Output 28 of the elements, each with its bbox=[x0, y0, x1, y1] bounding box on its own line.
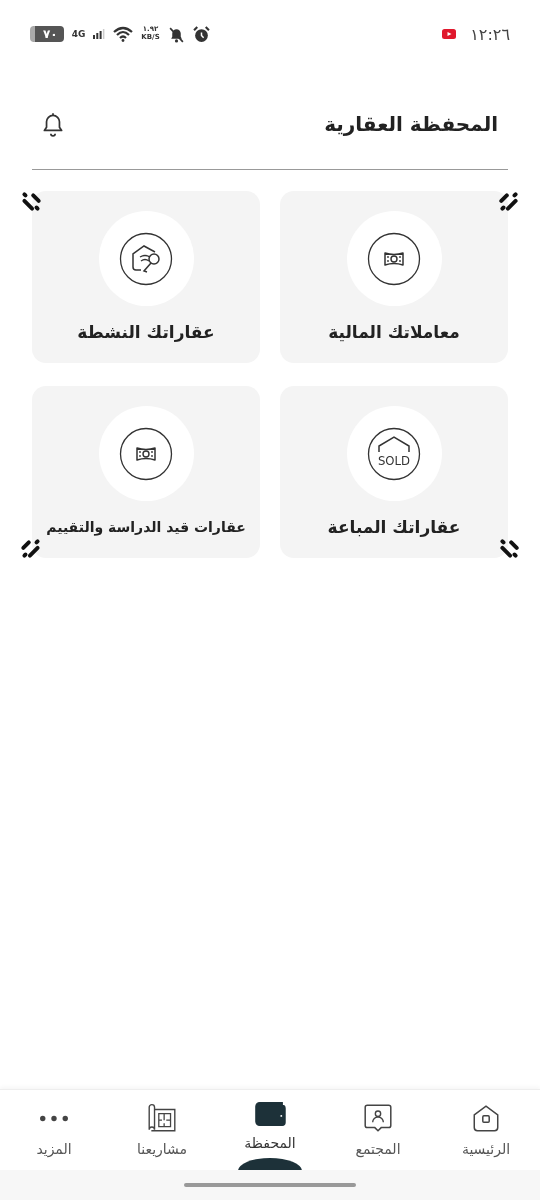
bell-off-icon bbox=[167, 25, 185, 43]
nav-tab[interactable]: مشاريعنا bbox=[108, 1090, 216, 1170]
wifi-icon bbox=[113, 26, 134, 42]
portfolio-card[interactable]: عقارات قيد الدراسة والتقييم bbox=[32, 386, 260, 558]
portfolio-card[interactable]: معاملاتك المالية bbox=[280, 191, 508, 363]
page-title: المحفظة العقارية bbox=[324, 112, 498, 136]
portfolio-card[interactable]: عقاراتك النشطة bbox=[32, 191, 260, 363]
corner-mark-icon bbox=[20, 538, 42, 560]
network-label: 4G bbox=[71, 29, 86, 39]
nav-tab[interactable]: المجتمع bbox=[324, 1090, 432, 1170]
video-app-icon bbox=[442, 29, 457, 39]
sold-label: SOLD bbox=[377, 452, 411, 468]
corner-mark-icon bbox=[20, 191, 42, 213]
nav-tab[interactable]: الرئيسية bbox=[432, 1090, 540, 1170]
corner-mark-icon bbox=[498, 538, 520, 560]
more-icon bbox=[38, 1114, 70, 1123]
nav-tab[interactable]: المحفظة bbox=[216, 1090, 324, 1170]
house-key-icon bbox=[119, 231, 173, 286]
banknote-icon bbox=[119, 426, 173, 481]
nav-tab[interactable]: المزيد bbox=[0, 1090, 108, 1170]
community-icon bbox=[362, 1102, 394, 1134]
blueprint-icon bbox=[146, 1102, 178, 1134]
alarm-icon bbox=[192, 25, 210, 43]
banknote-icon bbox=[367, 231, 421, 286]
status-time: ١٢:٢٦ bbox=[470, 24, 510, 44]
signal-icon bbox=[93, 28, 106, 40]
corner-mark-icon bbox=[498, 191, 520, 213]
battery-icon: ٧٠ bbox=[30, 26, 64, 42]
